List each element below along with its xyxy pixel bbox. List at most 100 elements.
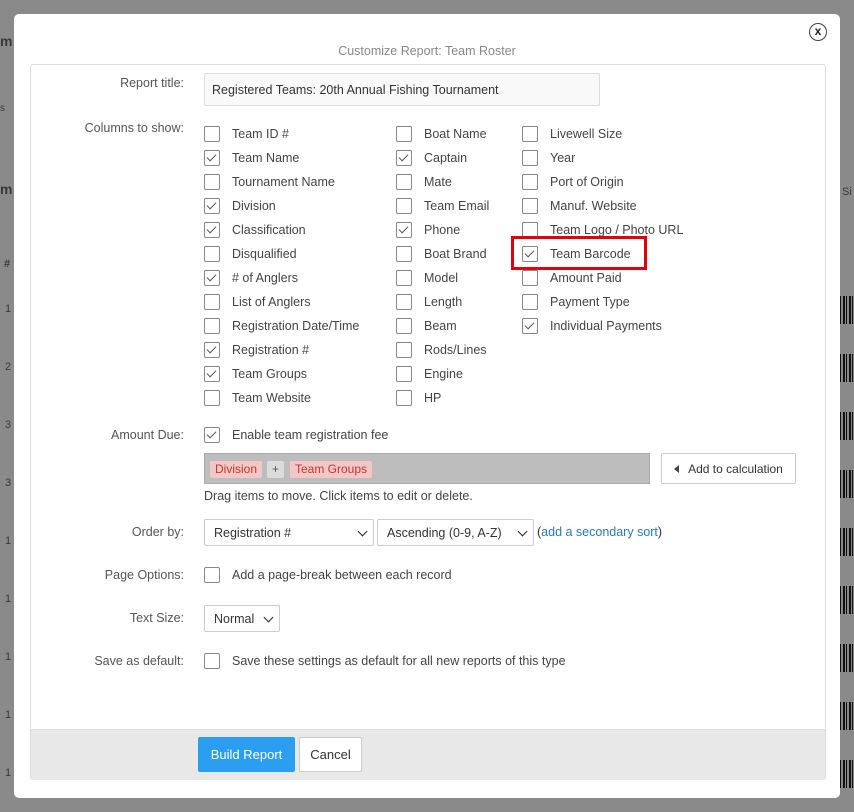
checkbox-icon[interactable] — [204, 246, 220, 262]
column-option-division[interactable]: Division — [204, 197, 276, 215]
checkbox-icon[interactable] — [522, 198, 538, 214]
build-report-button[interactable]: Build Report — [198, 737, 295, 772]
checkbox-icon[interactable] — [204, 342, 220, 358]
column-option-label: Team Groups — [232, 367, 308, 381]
checkbox-icon[interactable] — [396, 198, 412, 214]
checkbox-icon[interactable] — [204, 427, 220, 443]
checkbox-icon[interactable] — [204, 270, 220, 286]
column-option-team-id[interactable]: Team ID # — [204, 125, 289, 143]
chevron-down-icon — [357, 526, 368, 537]
column-option-registration-date-time[interactable]: Registration Date/Time — [204, 317, 359, 335]
column-option-individual-payments[interactable]: Individual Payments — [522, 317, 662, 335]
order-direction-select[interactable]: Ascending (0-9, A-Z) — [377, 519, 534, 546]
checkbox-icon[interactable] — [204, 567, 220, 583]
checkbox-icon[interactable] — [396, 126, 412, 142]
add-to-calculation-button[interactable]: Add to calculation — [661, 453, 796, 484]
column-option-list-of-anglers[interactable]: List of Anglers — [204, 293, 311, 311]
calc-chip-plus[interactable]: + — [267, 461, 285, 478]
column-option-label: Individual Payments — [550, 319, 662, 333]
column-option-team-groups[interactable]: Team Groups — [204, 365, 307, 383]
column-option-label: HP — [424, 391, 442, 405]
column-option-payment-type[interactable]: Payment Type — [522, 293, 630, 311]
checkbox-icon[interactable] — [522, 270, 538, 286]
checkbox-icon[interactable] — [204, 174, 220, 190]
column-option-label: Mate — [424, 175, 452, 189]
cancel-button[interactable]: Cancel — [299, 737, 362, 772]
checkbox-icon[interactable] — [204, 222, 220, 238]
background-text: s — [0, 103, 5, 114]
settings-panel — [30, 64, 826, 780]
checkbox-icon[interactable] — [396, 366, 412, 382]
text-size-select[interactable]: Normal — [204, 605, 280, 632]
page-break-checkbox[interactable]: Add a page-break between each record — [204, 566, 452, 584]
checkbox-icon[interactable] — [204, 318, 220, 334]
checkbox-icon[interactable] — [396, 222, 412, 238]
checkbox-icon[interactable] — [396, 270, 412, 286]
column-option-of-anglers[interactable]: # of Anglers — [204, 269, 298, 287]
column-option-manuf-website[interactable]: Manuf. Website — [522, 197, 637, 215]
column-option-livewell-size[interactable]: Livewell Size — [522, 125, 622, 143]
report-title-input[interactable] — [204, 73, 600, 106]
calc-chip-division[interactable]: Division — [210, 461, 263, 478]
column-option-mate[interactable]: Mate — [396, 173, 452, 191]
add-secondary-sort-link[interactable]: add a secondary sort — [541, 525, 658, 539]
background-text: # — [4, 258, 11, 270]
checkbox-icon[interactable] — [522, 126, 538, 142]
checkbox-icon[interactable] — [204, 390, 220, 406]
checkbox-icon[interactable] — [396, 342, 412, 358]
checkbox-icon[interactable] — [396, 174, 412, 190]
column-option-team-website[interactable]: Team Website — [204, 389, 311, 407]
checkbox-icon[interactable] — [522, 174, 538, 190]
column-option-tournament-name[interactable]: Tournament Name — [204, 173, 335, 191]
column-option-boat-name[interactable]: Boat Name — [396, 125, 487, 143]
customize-report-modal: Customize Report: Team Roster x Report t… — [14, 14, 840, 798]
order-by-field-select[interactable]: Registration # — [204, 519, 374, 546]
background-barcode — [840, 586, 854, 614]
column-option-engine[interactable]: Engine — [396, 365, 463, 383]
column-option-port-of-origin[interactable]: Port of Origin — [522, 173, 624, 191]
calc-chip-team-groups[interactable]: Team Groups — [290, 461, 373, 478]
checkbox-icon[interactable] — [204, 653, 220, 669]
checkbox-icon[interactable] — [396, 150, 412, 166]
column-option-model[interactable]: Model — [396, 269, 458, 287]
column-option-label: Team Name — [232, 151, 300, 165]
checkbox-icon[interactable] — [396, 246, 412, 262]
checkbox-icon[interactable] — [204, 198, 220, 214]
column-option-hp[interactable]: HP — [396, 389, 441, 407]
checkbox-icon[interactable] — [522, 150, 538, 166]
column-option-registration[interactable]: Registration # — [204, 341, 309, 359]
checkbox-icon[interactable] — [396, 294, 412, 310]
order-direction-value: Ascending (0-9, A-Z) — [387, 525, 502, 540]
checkbox-icon[interactable] — [204, 126, 220, 142]
column-option-rods-lines[interactable]: Rods/Lines — [396, 341, 487, 359]
column-option-team-name[interactable]: Team Name — [204, 149, 299, 167]
column-option-year[interactable]: Year — [522, 149, 575, 167]
calculation-box[interactable]: Division + Team Groups — [204, 453, 650, 484]
column-option-label: Port of Origin — [550, 175, 624, 189]
page-break-label: Add a page-break between each record — [232, 568, 452, 582]
column-option-beam[interactable]: Beam — [396, 317, 457, 335]
checkbox-icon[interactable] — [396, 390, 412, 406]
column-option-classification[interactable]: Classification — [204, 221, 306, 239]
column-option-label: Registration Date/Time — [232, 319, 360, 333]
checkbox-icon[interactable] — [522, 318, 538, 334]
enable-fee-checkbox[interactable]: Enable team registration fee — [204, 426, 388, 444]
column-option-captain[interactable]: Captain — [396, 149, 467, 167]
checkbox-icon[interactable] — [522, 294, 538, 310]
column-option-length[interactable]: Length — [396, 293, 462, 311]
checkbox-icon[interactable] — [204, 366, 220, 382]
column-option-phone[interactable]: Phone — [396, 221, 460, 239]
column-option-team-email[interactable]: Team Email — [396, 197, 489, 215]
column-option-label: Team ID # — [232, 127, 289, 141]
background-text: 1 — [5, 767, 12, 779]
column-option-boat-brand[interactable]: Boat Brand — [396, 245, 487, 263]
column-option-label: Registration # — [232, 343, 310, 357]
checkbox-icon[interactable] — [204, 294, 220, 310]
close-icon[interactable]: x — [809, 23, 827, 41]
column-option-disqualified[interactable]: Disqualified — [204, 245, 297, 263]
checkbox-icon[interactable] — [396, 318, 412, 334]
checkbox-icon[interactable] — [204, 150, 220, 166]
column-option-amount-paid[interactable]: Amount Paid — [522, 269, 622, 287]
save-default-checkbox[interactable]: Save these settings as default for all n… — [204, 652, 566, 670]
enable-fee-label: Enable team registration fee — [232, 428, 389, 442]
